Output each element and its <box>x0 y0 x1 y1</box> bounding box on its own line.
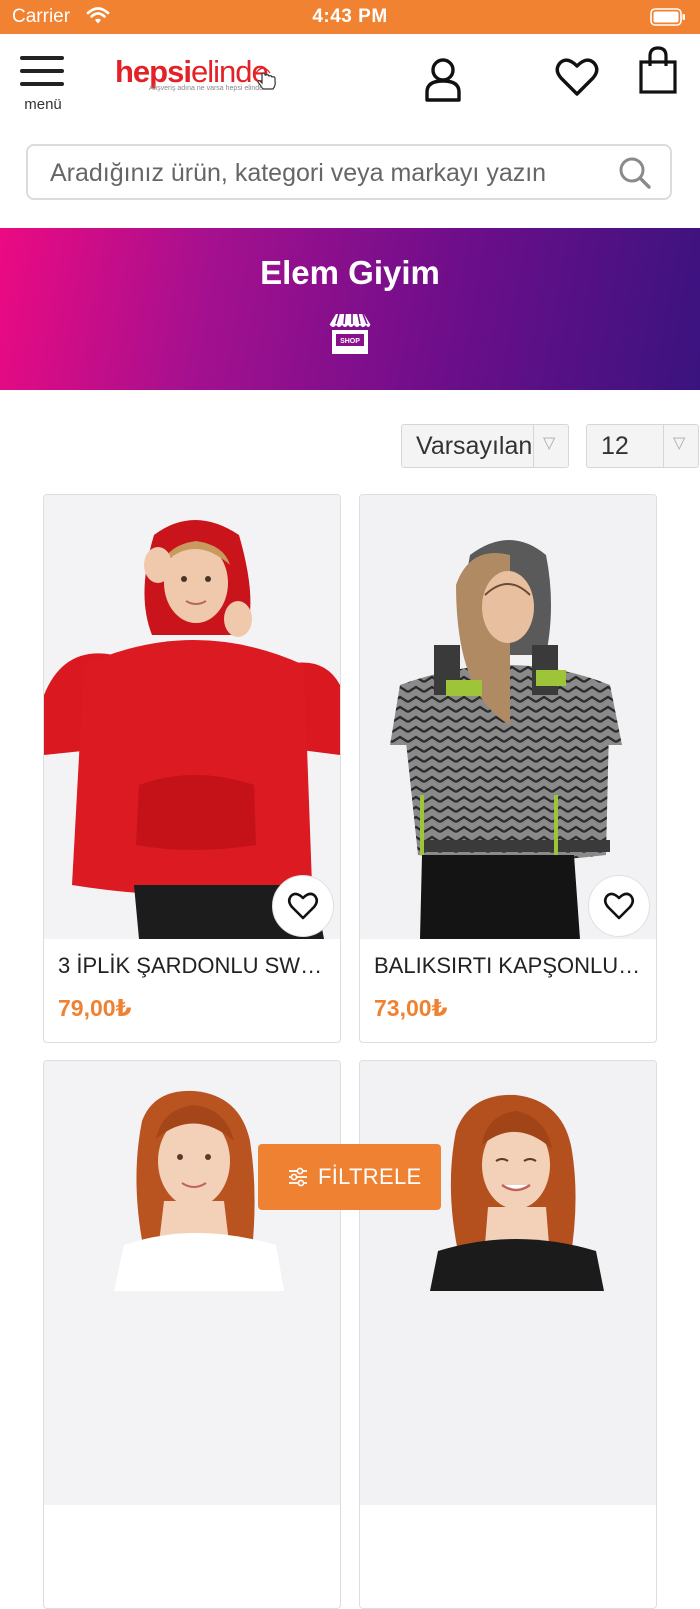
product-price: 73,00₺ <box>374 995 448 1021</box>
filter-button[interactable]: FİLTRELE <box>258 1144 441 1210</box>
page-size-select[interactable]: 12 ▽ <box>586 424 699 468</box>
logo-tagline: Alışveriş adına ne varsa hepsi elinde <box>149 85 264 92</box>
product-image <box>360 495 656 939</box>
shop-badge-text: SHOP <box>340 338 360 345</box>
heart-icon <box>287 892 319 920</box>
product-image <box>360 1061 656 1505</box>
add-to-favorites-button[interactable] <box>272 875 334 937</box>
sort-select[interactable]: Varsayılan ▽ <box>401 424 569 468</box>
logo-text-bold: hepsi <box>115 54 192 89</box>
status-bar: Carrier 4:43 PM <box>0 0 700 34</box>
brand-logo[interactable]: hepsielinde Alışveriş adına ne varsa hep… <box>115 56 285 100</box>
search-input[interactable] <box>48 146 612 200</box>
shop-storefront-icon: SHOP <box>329 313 371 354</box>
product-price: 79,00₺ <box>58 995 132 1021</box>
product-card[interactable] <box>43 1060 341 1609</box>
search-box <box>26 144 672 200</box>
account-icon[interactable] <box>422 56 464 102</box>
heart-icon <box>603 892 635 920</box>
search-icon[interactable] <box>618 156 652 190</box>
store-banner: Elem Giyim SHOP <box>0 228 700 390</box>
filter-sliders-icon <box>289 1167 307 1187</box>
filter-label: FİLTRELE <box>318 1164 422 1189</box>
product-name: 3 İPLİK ŞARDONLU SWEATSHIRT <box>58 953 328 978</box>
product-card[interactable] <box>359 1060 657 1609</box>
product-card[interactable]: 3 İPLİK ŞARDONLU SWEATSHIRT 79,00₺ <box>43 494 341 1043</box>
app-header: menü hepsielinde Alışveriş adına ne vars… <box>0 34 700 130</box>
product-image <box>44 495 340 939</box>
shopping-bag-icon[interactable] <box>638 46 678 96</box>
menu-button[interactable]: menü <box>18 56 68 116</box>
sort-value: Varsayılan <box>416 432 533 460</box>
chevron-down-icon: ▽ <box>673 435 686 452</box>
product-image <box>44 1061 340 1505</box>
clock: 4:43 PM <box>312 6 388 27</box>
product-card[interactable]: BALIKSIRTI KAPŞONLU KAZAK 73,00₺ <box>359 494 657 1043</box>
page-size-value: 12 <box>601 432 629 460</box>
product-name: BALIKSIRTI KAPŞONLU KAZAK <box>374 953 644 978</box>
store-name: Elem Giyim <box>260 254 440 291</box>
favorites-heart-icon[interactable] <box>554 56 600 98</box>
add-to-favorites-button[interactable] <box>588 875 650 937</box>
menu-label: menü <box>24 96 62 113</box>
chevron-down-icon: ▽ <box>543 435 556 452</box>
battery-icon <box>650 8 685 26</box>
hamburger-icon <box>20 56 64 60</box>
